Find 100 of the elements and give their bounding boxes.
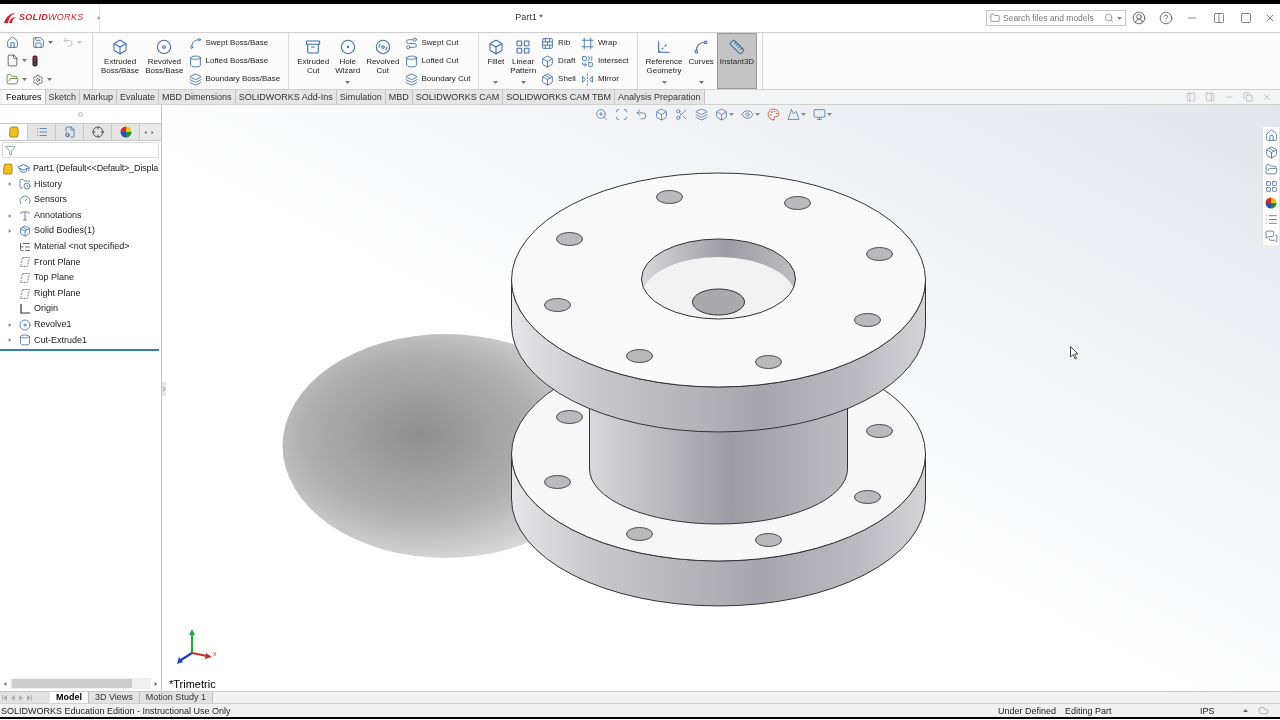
scrollbar-track[interactable] xyxy=(10,678,151,689)
last-arrow-icon[interactable] xyxy=(26,694,32,701)
open-folder-icon[interactable] xyxy=(6,73,19,87)
ribbon-tab[interactable]: MBD xyxy=(385,90,413,104)
ribbon-button[interactable]: Lofted Boss/Base xyxy=(188,52,282,70)
home-icon[interactable] xyxy=(1264,129,1278,142)
maximize-icon[interactable] xyxy=(1239,12,1252,24)
tree-item[interactable]: History xyxy=(34,177,62,192)
ribbon-tab[interactable]: SOLIDWORKS CAM TBM xyxy=(503,90,616,104)
ribbon-tab[interactable]: Analysis Preparation xyxy=(615,90,705,104)
grid-icon[interactable] xyxy=(1264,180,1278,193)
ribbon-button[interactable]: Hole Wizard xyxy=(332,33,364,89)
filter-field[interactable] xyxy=(2,142,159,158)
search-icon[interactable] xyxy=(1103,13,1114,23)
caret-icon[interactable] xyxy=(755,113,760,116)
section-view-icon[interactable] xyxy=(675,108,688,121)
scrollbar-thumb[interactable] xyxy=(12,679,132,688)
ribbon-button[interactable]: Instant3D xyxy=(716,33,758,89)
ribbon-button[interactable]: Curves xyxy=(685,33,717,89)
ribbon-button[interactable]: Extruded Boss/Base xyxy=(98,33,143,89)
tree-item[interactable]: Origin xyxy=(34,302,58,316)
ribbon-tab[interactable]: Sketch xyxy=(45,90,81,104)
ribbon-button[interactable]: Linear Pattern xyxy=(507,33,540,89)
ribbon-tab[interactable]: Markup xyxy=(80,90,118,104)
tree-item[interactable]: Top Plane xyxy=(34,271,75,285)
caret-up-icon[interactable] xyxy=(1242,709,1248,712)
panel-collapse-handle-icon[interactable] xyxy=(162,382,166,396)
ribbon-button[interactable]: Shell xyxy=(541,70,577,88)
caret-icon[interactable] xyxy=(661,81,667,84)
ribbon-button[interactable]: Draft xyxy=(541,52,577,70)
list-icon[interactable] xyxy=(1264,213,1278,226)
caret-icon[interactable] xyxy=(698,81,704,84)
tree-item[interactable]: Front Plane xyxy=(34,255,81,270)
mountain-icon[interactable] xyxy=(787,108,800,121)
help-icon[interactable] xyxy=(1158,11,1173,25)
tree-item[interactable]: Right Plane xyxy=(34,286,81,301)
ribbon-button[interactable]: Fillet xyxy=(484,33,508,89)
tree-item[interactable]: Solid Bodies(1) xyxy=(34,224,96,238)
ribbon-button[interactable]: Reference Geometry xyxy=(642,33,686,89)
palette-icon[interactable] xyxy=(767,108,780,121)
save-icon[interactable] xyxy=(32,35,45,49)
ribbon-button[interactable]: Extruded Cut xyxy=(294,33,333,89)
scroll-left-icon[interactable] xyxy=(144,129,147,135)
caret-icon[interactable] xyxy=(345,81,351,84)
expand-arrow-icon[interactable] xyxy=(7,212,12,219)
cloud-icon[interactable] xyxy=(1258,705,1269,716)
tile-windows-icon[interactable] xyxy=(1213,12,1226,24)
caret-icon[interactable] xyxy=(493,81,499,84)
search-field[interactable]: Search files and models xyxy=(986,10,1126,26)
ribbon-button[interactable]: Wrap xyxy=(580,34,630,52)
expand-arrow-icon[interactable] xyxy=(7,337,12,344)
ribbon-button[interactable]: Revolved Boss/Base xyxy=(142,33,187,89)
traffic-light-icon[interactable] xyxy=(32,55,38,67)
ribbon-button[interactable]: Rib xyxy=(541,34,577,52)
caret-icon[interactable] xyxy=(801,113,806,116)
scroll-right-icon[interactable] xyxy=(154,680,158,687)
panel-right-icon[interactable] xyxy=(1205,92,1215,102)
ribbon-button[interactable]: Mirror xyxy=(580,70,630,88)
caret-icon[interactable] xyxy=(520,81,526,84)
eye-icon[interactable] xyxy=(741,108,754,121)
folder-icon[interactable] xyxy=(1264,163,1278,176)
tree-item[interactable]: Sensors xyxy=(34,193,68,207)
ribbon-tab[interactable]: Simulation xyxy=(336,90,386,104)
home-icon[interactable] xyxy=(6,35,19,49)
expand-arrow-icon[interactable] xyxy=(7,181,12,188)
ribbon-button[interactable]: Swept Boss/Base xyxy=(188,34,282,52)
tree-item[interactable]: Annotations xyxy=(34,208,82,223)
ribbon-button[interactable]: Boundary Boss/Base xyxy=(188,70,282,88)
expand-arrow-icon[interactable] xyxy=(96,15,101,21)
scroll-right-icon[interactable] xyxy=(151,129,154,135)
panel-tab[interactable] xyxy=(28,124,56,140)
tree-item[interactable]: Cut-Extrude1 xyxy=(34,333,88,348)
caret-icon[interactable] xyxy=(48,40,53,44)
tree-item[interactable]: Material <not specified> xyxy=(34,240,130,254)
previous-view-icon[interactable] xyxy=(635,108,648,121)
panel-tab[interactable] xyxy=(56,124,84,140)
first-arrow-icon[interactable] xyxy=(2,694,8,701)
caret-icon[interactable] xyxy=(47,78,52,82)
ribbon-tab[interactable]: MBD Dimensions xyxy=(159,90,236,104)
panel-left-icon[interactable] xyxy=(1186,92,1196,102)
ribbon-tab[interactable]: Evaluate xyxy=(117,90,160,104)
ribbon-button[interactable]: Swept Cut xyxy=(404,34,472,52)
zoom-in-icon[interactable] xyxy=(595,108,608,121)
cube-icon[interactable] xyxy=(655,108,668,121)
new-document-icon[interactable] xyxy=(6,54,19,68)
ribbon-tab[interactable]: SOLIDWORKS CAM xyxy=(412,90,504,104)
ribbon-button[interactable]: Lofted Cut xyxy=(404,52,472,70)
expand-arrow-icon[interactable] xyxy=(7,321,12,328)
layers-icon[interactable] xyxy=(695,108,708,121)
cube-icon[interactable] xyxy=(715,108,728,121)
rollback-bar[interactable] xyxy=(0,349,159,352)
expand-arrow-icon[interactable] xyxy=(7,228,12,235)
splitter-handle-icon[interactable] xyxy=(78,111,83,117)
caret-icon[interactable] xyxy=(22,59,27,63)
ribbon-tab[interactable]: SOLIDWORKS Add-Ins xyxy=(235,90,337,104)
caret-icon[interactable] xyxy=(1116,16,1122,20)
color-ball-icon[interactable] xyxy=(1265,197,1277,209)
panel-tab[interactable] xyxy=(84,124,112,140)
caret-icon[interactable] xyxy=(729,113,734,116)
previous-arrow-icon[interactable] xyxy=(10,694,16,701)
